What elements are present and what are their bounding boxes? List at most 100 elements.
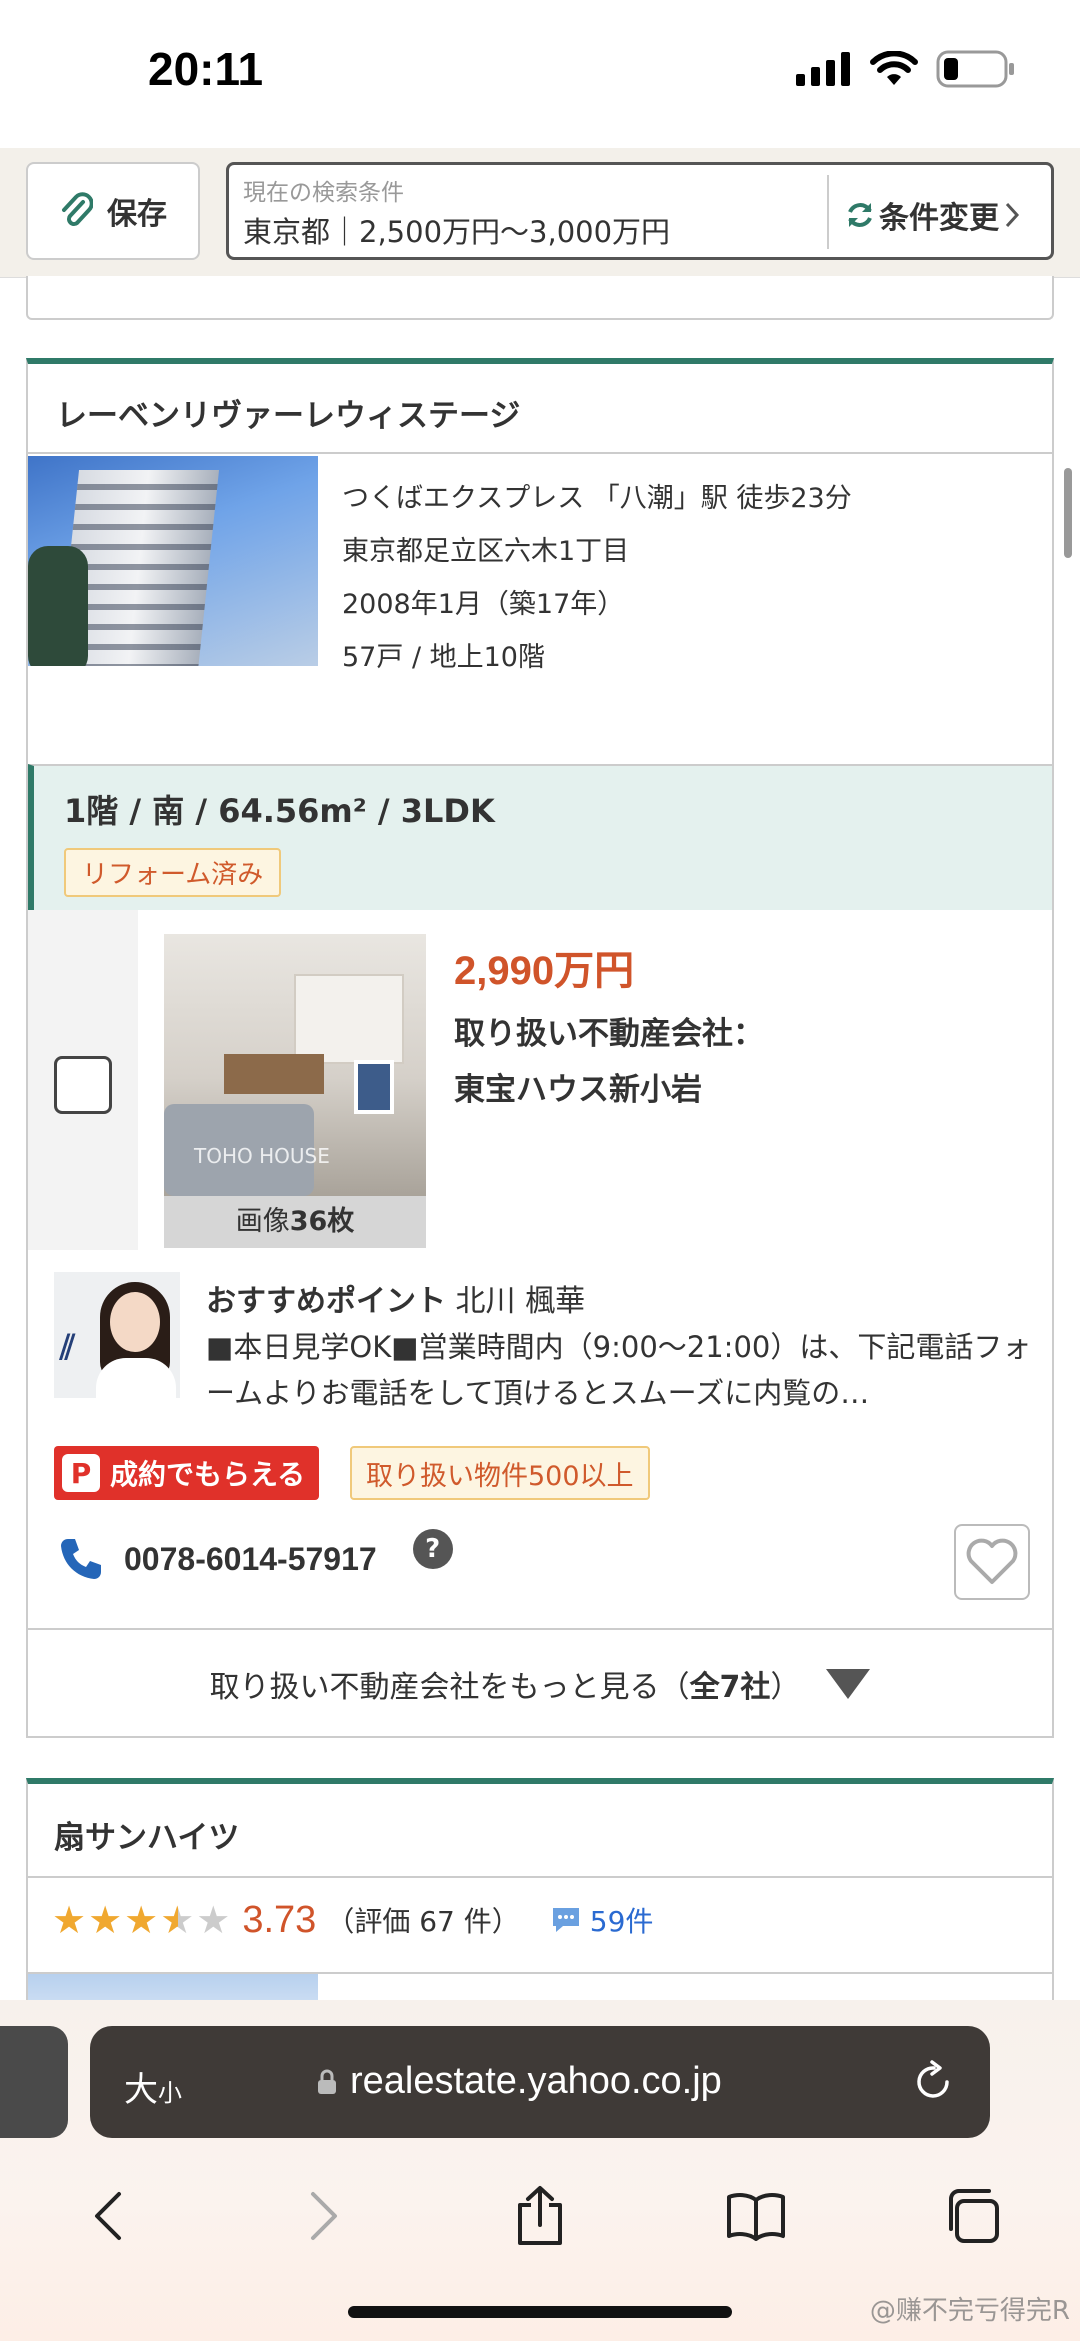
star-rating: ★★★★★ — [52, 1898, 233, 1942]
agent-body — [96, 1358, 176, 1398]
browser-toolbar — [0, 2166, 1080, 2266]
url-display[interactable]: realestate.yahoo.co.jp — [316, 2060, 722, 2103]
text-size-button[interactable]: 大小 — [124, 2062, 182, 2111]
change-condition-button[interactable]: 条件変更 — [845, 193, 1021, 237]
more-label-text: 取り扱い不動産会社をもっと見る（ — [209, 1670, 690, 1705]
phone-row[interactable]: 0078-6014-57917 ? — [58, 1529, 453, 1582]
battery-icon — [936, 50, 1014, 88]
forward-button[interactable] — [274, 2166, 374, 2266]
search-header: 保存 現在の検索条件 東京都｜2,500万円〜3,000万円 条件変更 — [0, 148, 1080, 278]
building-photo[interactable]: TOHO HOUSE — [28, 456, 318, 666]
agent-name: 北川 楓華 — [455, 1284, 586, 1319]
bookmarks-button[interactable] — [706, 2166, 806, 2266]
building-info: つくばエクスプレス 「八潮」駅 徒歩23分 東京都足立区六木1丁目 2008年1… — [342, 472, 852, 684]
address-bar[interactable]: 大小 realestate.yahoo.co.jp — [90, 2026, 990, 2138]
units-floors-text: 57戸 / 地上10階 — [342, 642, 545, 673]
phone-icon — [61, 1539, 101, 1579]
search-condition-box[interactable]: 現在の検索条件 東京都｜2,500万円〜3,000万円 条件変更 — [226, 162, 1054, 260]
frame-shape — [354, 1060, 394, 1114]
previous-card-bottom — [26, 276, 1054, 320]
reviews-link[interactable]: 59件 — [550, 1900, 654, 1940]
paperclip-icon — [62, 192, 93, 226]
reviews-count: 59件 — [589, 1905, 654, 1938]
unit-title[interactable]: 1階 / 南 / 64.56m² / 3LDK — [64, 786, 495, 832]
point-icon: P — [62, 1454, 100, 1492]
change-condition-label: 条件変更 — [879, 201, 999, 236]
back-button[interactable] — [58, 2166, 158, 2266]
listing-checkbox[interactable] — [54, 1056, 112, 1114]
help-icon[interactable]: ? — [412, 1529, 453, 1569]
listing-price[interactable]: 2,990万円 — [454, 938, 634, 996]
condition-value: 東京都｜2,500万円〜3,000万円 — [243, 215, 671, 249]
share-icon — [518, 2186, 562, 2245]
photo-count-suffix: 枚 — [327, 1206, 355, 1237]
divider — [28, 1876, 1052, 1878]
watermark-text: @赚不完亏得完R — [869, 2296, 1070, 2326]
agency-label: 取り扱い不動産会社： — [454, 1016, 764, 1052]
wifi-icon — [870, 51, 918, 85]
listing-select-column — [28, 910, 138, 1250]
rating-count: （評価 67 件） — [326, 1905, 520, 1938]
photo-count-value: 36 — [289, 1206, 328, 1237]
home-indicator[interactable] — [348, 2306, 732, 2318]
reward-badge-label: 成約でもらえる — [110, 1458, 306, 1491]
divider — [28, 452, 1052, 454]
photo-watermark: TOHO HOUSE — [194, 1144, 330, 1168]
recommend-title: おすすめポイント — [206, 1284, 446, 1319]
listings-count-badge: 取り扱い物件500以上 — [350, 1446, 650, 1500]
previous-tab-stub[interactable] — [0, 2026, 68, 2138]
condition-divider — [827, 175, 829, 249]
chevron-left-icon — [95, 2192, 121, 2240]
chevron-right-icon — [1005, 202, 1020, 228]
save-button[interactable]: 保存 — [26, 162, 200, 260]
rating-value: 3.73 — [242, 1898, 317, 1941]
status-icons — [796, 50, 1016, 88]
comment-icon — [552, 1908, 579, 1932]
photo-count-prefix: 画像 — [235, 1206, 290, 1237]
status-bar: 20:11 — [0, 0, 1080, 150]
unit-band: 1階 / 南 / 64.56m² / 3LDK リフォーム済み — [28, 764, 1052, 910]
text-size-small: 小 — [158, 2080, 182, 2107]
agent-face — [110, 1292, 160, 1352]
property-card: レーベンリヴァーレウィステージ TOHO HOUSE つくばエクスプレス 「八潮… — [26, 358, 1054, 1738]
next-property-name[interactable]: 扇サンハイツ — [54, 1812, 239, 1857]
access-text: つくばエクスプレス 「八潮」駅 徒歩23分 — [342, 483, 852, 514]
recommend-heading: おすすめポイント 北川 楓華 — [206, 1276, 585, 1320]
reward-badge[interactable]: P 成約でもらえる — [54, 1446, 320, 1500]
refresh-icon — [848, 203, 872, 227]
chevron-right-icon — [311, 2192, 337, 2240]
condition-label: 現在の検索条件 — [243, 180, 404, 206]
phone-number[interactable]: 0078-6014-57917 — [124, 1541, 377, 1578]
signal-icon — [796, 52, 850, 86]
address-text: 東京都足立区六木1丁目 — [342, 536, 630, 567]
tabs-button[interactable] — [922, 2166, 1022, 2266]
heart-icon — [966, 1538, 1018, 1584]
browser-bottom-bar: 大小 realestate.yahoo.co.jp @赚不完亏得完R — [0, 2000, 1080, 2341]
kitchen-shape — [294, 974, 404, 1064]
more-close: ） — [770, 1670, 801, 1705]
more-count: 全7社 — [689, 1670, 771, 1705]
table-shape — [224, 1054, 324, 1094]
text-size-large: 大 — [124, 2071, 158, 2109]
more-agencies-label: 取り扱い不動産会社をもっと見る（全7社） — [210, 1662, 801, 1706]
favorite-button[interactable] — [954, 1524, 1030, 1600]
recommend-text[interactable]: ■本日見学OK■営業時間内（9:00〜21:00）は、下記電話フォームよりお電話… — [206, 1324, 1038, 1416]
reform-badge: リフォーム済み — [64, 848, 282, 897]
save-label: 保存 — [107, 197, 167, 232]
more-agencies-button[interactable]: 取り扱い不動産会社をもっと見る（全7社） — [28, 1628, 1052, 1738]
property-name[interactable]: レーベンリヴァーレウィステージ — [56, 390, 520, 435]
photo-count[interactable]: 画像36枚 — [164, 1196, 426, 1248]
reload-button[interactable] — [914, 2060, 954, 2106]
property-card-next: 扇サンハイツ ★★★★★ 3.73 （評価 67 件） 59件 — [26, 1778, 1054, 2044]
triangle-down-icon — [826, 1669, 871, 1699]
reload-icon — [917, 2060, 949, 2098]
listing-photo[interactable]: TOHO HOUSE — [164, 934, 426, 1196]
agency-mark-icon: ⫽ — [60, 1328, 76, 1368]
agent-avatar: ⫽ — [54, 1272, 180, 1398]
lock-icon — [318, 2069, 336, 2094]
tabs-icon — [949, 2189, 999, 2243]
agency-name[interactable]: 東宝ハウス新小岩 — [454, 1064, 702, 1109]
book-icon — [727, 2193, 785, 2241]
scrollbar[interactable] — [1064, 468, 1072, 558]
share-button[interactable] — [490, 2166, 590, 2266]
